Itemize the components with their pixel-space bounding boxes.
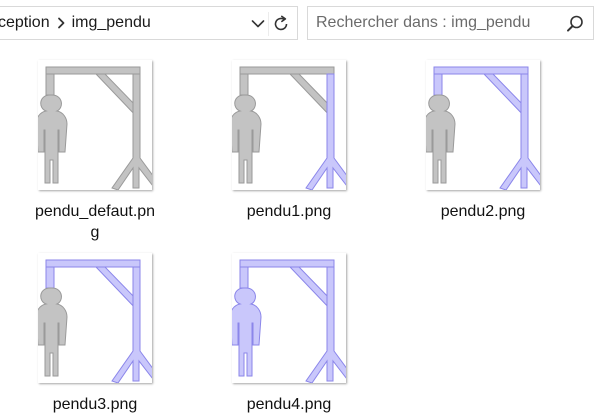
refresh-icon[interactable]	[268, 12, 293, 36]
hangman-image	[232, 253, 346, 383]
search-icon[interactable]	[565, 14, 585, 34]
chevron-down-icon[interactable]	[249, 15, 267, 33]
file-grid: pendu_defaut.png pendu1.png pendu2.png p…	[0, 50, 600, 419]
hangman-image	[38, 253, 152, 383]
address-bar: ception img_pendu	[0, 0, 600, 50]
image-thumbnail[interactable]	[38, 253, 152, 383]
image-thumbnail[interactable]	[232, 253, 346, 383]
search-box[interactable]	[307, 6, 594, 40]
image-thumbnail[interactable]	[232, 60, 346, 190]
file-name[interactable]: pendu2.png	[413, 201, 553, 222]
breadcrumb-item-parent[interactable]: ception	[0, 14, 50, 32]
hangman-image	[426, 60, 540, 190]
breadcrumb-item-current[interactable]: img_pendu	[72, 14, 151, 32]
file-name[interactable]: pendu4.png	[219, 394, 359, 415]
breadcrumb[interactable]: ception img_pendu	[0, 6, 298, 40]
hangman-image	[38, 60, 152, 190]
chevron-right-icon[interactable]	[50, 17, 72, 29]
hangman-image	[232, 60, 346, 190]
search-input[interactable]	[316, 14, 556, 32]
image-thumbnail[interactable]	[426, 60, 540, 190]
image-thumbnail[interactable]	[38, 60, 152, 190]
file-name-line-1: pendu_defaut.pn	[34, 203, 156, 220]
file-name-line-2: g	[90, 224, 100, 241]
file-name[interactable]: pendu_defaut.png	[25, 201, 165, 243]
file-name[interactable]: pendu3.png	[25, 394, 165, 415]
file-name[interactable]: pendu1.png	[219, 201, 359, 222]
